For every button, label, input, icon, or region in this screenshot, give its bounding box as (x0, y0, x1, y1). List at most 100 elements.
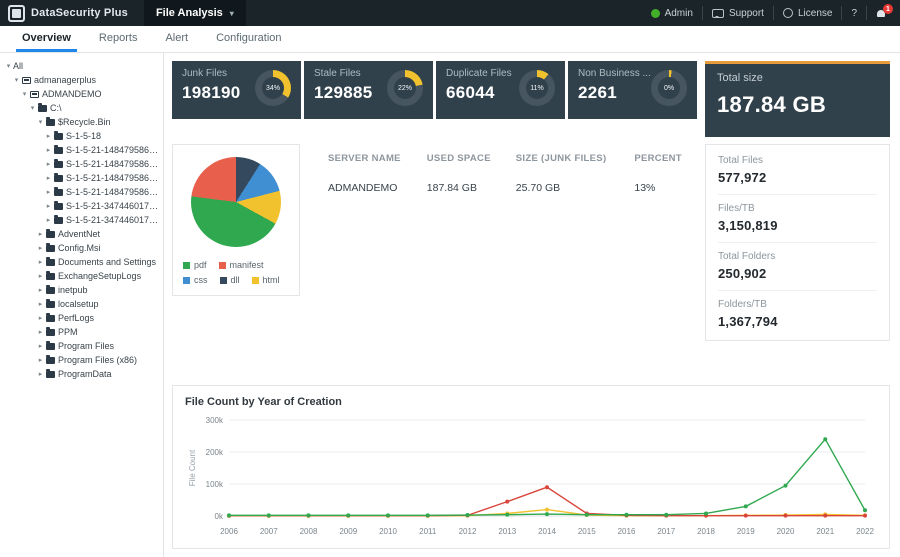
notifications-button[interactable]: 1 (867, 6, 890, 20)
support-menu[interactable]: Support (703, 6, 774, 20)
legend-swatch (252, 277, 259, 284)
chevron-right-icon[interactable]: ▸ (44, 188, 53, 196)
kpi-card: Duplicate Files6604411% (436, 61, 565, 119)
chevron-right-icon[interactable]: ▸ (44, 146, 53, 154)
tree-item[interactable]: ▸S-1-5-21-1484795863-581620 (0, 171, 163, 185)
chevron-right-icon[interactable]: ▸ (44, 216, 53, 224)
tree-item[interactable]: ▾All (0, 59, 163, 73)
chevron-right-icon[interactable]: ▸ (36, 300, 45, 308)
junk-files-table-wrap: SERVER NAMEUSED SPACESIZE (JUNK FILES)PE… (320, 144, 697, 296)
x-tick-label: 2006 (220, 527, 238, 536)
total-size-value: 187.84 GB (717, 92, 878, 118)
folder-icon (46, 315, 55, 322)
tree-item[interactable]: ▸S-1-5-21-1484795863-581620 (0, 143, 163, 157)
tree-item[interactable]: ▾ADMANDEMO (0, 87, 163, 101)
detail-left: pdf manifest css dll html SERVER NAMEUSED SP… (172, 144, 697, 296)
total-size-card: Total size 187.84 GB (705, 61, 890, 137)
series-green-point (863, 508, 867, 512)
chevron-right-icon[interactable]: ▸ (36, 342, 45, 350)
series-green-point (625, 513, 629, 517)
chevron-right-icon[interactable]: ▸ (36, 356, 45, 364)
chevron-right-icon[interactable]: ▸ (36, 286, 45, 294)
chevron-right-icon[interactable]: ▸ (36, 314, 45, 322)
chevron-down-icon[interactable]: ▾ (12, 76, 21, 84)
series-green-point (466, 513, 470, 517)
chevron-down-icon[interactable]: ▾ (36, 118, 45, 126)
column-header: SIZE (JUNK FILES) (508, 144, 627, 170)
tree-item[interactable]: ▸S-1-5-21-3474460175-132841 (0, 213, 163, 227)
tree-item[interactable]: ▸ExchangeSetupLogs (0, 269, 163, 283)
kpi-value: 66044 (446, 83, 512, 103)
kpi-label: Junk Files (182, 68, 241, 79)
chevron-right-icon[interactable]: ▸ (36, 244, 45, 252)
chevron-right-icon[interactable]: ▸ (36, 370, 45, 378)
admin-menu[interactable]: Admin (642, 6, 703, 20)
tree-item[interactable]: ▸S-1-5-21-1484795863-581620 (0, 185, 163, 199)
tab-reports[interactable]: Reports (85, 26, 152, 52)
kpi-percent-label: 34% (262, 77, 284, 99)
tree-item[interactable]: ▸ PPM (0, 325, 163, 339)
chevron-down-icon[interactable]: ▾ (20, 90, 29, 98)
tab-configuration[interactable]: Configuration (202, 26, 295, 52)
chevron-right-icon[interactable]: ▸ (44, 160, 53, 168)
tree-item[interactable]: ▸S-1-5-18 (0, 129, 163, 143)
series-green-line (229, 439, 865, 515)
tree-item[interactable]: ▸localsetup (0, 297, 163, 311)
chevron-down-icon[interactable]: ▾ (4, 62, 13, 70)
tree-item-label: C:\ (50, 103, 62, 113)
tree-item[interactable]: ▸AdventNet (0, 227, 163, 241)
legend-item[interactable]: html (252, 275, 280, 285)
legend-item[interactable]: dll (220, 275, 240, 285)
legend-item[interactable]: css (183, 275, 208, 285)
kpi-donut-gauge: 11% (519, 70, 555, 106)
tree-item[interactable]: ▾ C:\ (0, 101, 163, 115)
chevron-down-icon[interactable]: ▾ (28, 104, 37, 112)
help-icon: ? (851, 8, 857, 19)
sidebar-tree: ▾All▾admanagerplus▾ADMANDEMO▾C:\▾$Recycl… (0, 53, 164, 557)
file-type-pie-chart[interactable] (191, 157, 281, 247)
chevron-right-icon[interactable]: ▸ (44, 202, 53, 210)
chevron-right-icon[interactable]: ▸ (36, 230, 45, 238)
y-tick-label: 100k (206, 480, 224, 489)
x-tick-label: 2020 (777, 527, 795, 536)
stat-label: Total Files (718, 155, 877, 166)
chevron-right-icon[interactable]: ▸ (36, 328, 45, 336)
tree-item[interactable]: ▸Program Files (x86) (0, 353, 163, 367)
license-menu[interactable]: License (774, 6, 842, 20)
tree-item[interactable]: ▾$Recycle.Bin (0, 115, 163, 129)
help-button[interactable]: ? (842, 6, 867, 20)
table-cell: 25.70 GB (508, 170, 627, 200)
legend-item[interactable]: manifest (219, 260, 264, 270)
junk-files-table: SERVER NAMEUSED SPACESIZE (JUNK FILES)PE… (320, 144, 697, 200)
tree-item[interactable]: ▸Documents and Settings (0, 255, 163, 269)
tree-item[interactable]: ▸PerfLogs (0, 311, 163, 325)
series-green-point (664, 513, 668, 517)
kpi-card: Junk Files198190 34% (172, 61, 301, 119)
tab-alert[interactable]: Alert (151, 26, 202, 52)
tree-item-label: PPM (58, 327, 78, 337)
x-tick-label: 2011 (419, 527, 437, 536)
series-green-point (267, 513, 271, 517)
series-green-point (823, 437, 827, 441)
tab-overview[interactable]: Overview (8, 26, 85, 52)
legend-item[interactable]: pdf (183, 260, 207, 270)
chevron-right-icon[interactable]: ▸ (36, 258, 45, 266)
module-selector[interactable]: File Analysis ▾ (144, 0, 246, 26)
chevron-right-icon[interactable]: ▸ (36, 272, 45, 280)
tree-item[interactable]: ▸S-1-5-21-3474460175-132841 (0, 199, 163, 213)
module-label: File Analysis (156, 7, 223, 19)
app-logo-icon (8, 5, 25, 22)
tree-item[interactable]: ▸S-1-5-21-1484795863-581620 (0, 157, 163, 171)
tree-item[interactable]: ▸Program Files (0, 339, 163, 353)
stat-value: 250,902 (718, 266, 877, 281)
y-tick-label: 300k (206, 416, 224, 425)
kpi-card: Non Business ...22610% (568, 61, 697, 119)
tree-item[interactable]: ▸inetpub (0, 283, 163, 297)
chevron-right-icon[interactable]: ▸ (44, 174, 53, 182)
kpi-info: Junk Files198190 (182, 68, 241, 112)
table-row[interactable]: ADMANDEMO187.84 GB25.70 GB13% (320, 170, 697, 200)
tree-item[interactable]: ▸Config.Msi (0, 241, 163, 255)
tree-item[interactable]: ▾admanagerplus (0, 73, 163, 87)
chevron-right-icon[interactable]: ▸ (44, 132, 53, 140)
tree-item[interactable]: ▸ProgramData (0, 367, 163, 381)
